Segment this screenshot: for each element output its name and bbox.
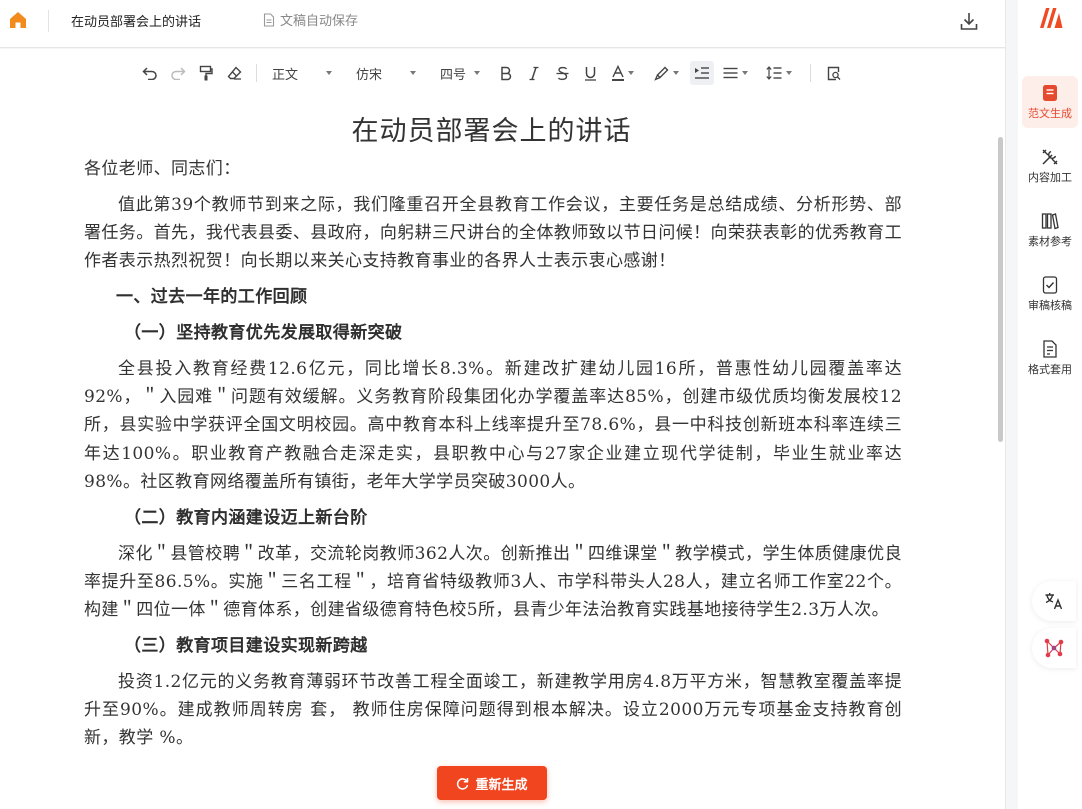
chevron-down-icon [410,71,417,75]
highlighter-icon [653,66,668,81]
italic-icon[interactable] [525,61,543,85]
toolbar-separator [256,64,257,82]
bold-icon[interactable] [497,61,515,85]
app-logo-icon [1040,8,1063,28]
first-line-indent-icon[interactable] [690,61,714,85]
chevron-down-icon [326,71,333,75]
underline-icon[interactable] [581,61,599,85]
body-paragraph[interactable]: 深化＂县管校聘＂改革，交流轮岗教师362人次。创新推出＂四维课堂＂教学模式，学生… [84,540,902,625]
regenerate-label: 重新生成 [475,777,528,793]
font-size-select[interactable]: 四号 [440,61,488,85]
top-bar: 在动员部署会上的讲话 文稿自动保存 [0,0,1005,48]
body-paragraph[interactable]: 全县投入教育经费12.6亿元，同比增长8.3%。新建改扩建幼儿园16所，普惠性幼… [84,355,902,496]
divider [48,10,49,32]
autosave-status: 文稿自动保存 [263,10,358,29]
check-doc-icon [1042,275,1058,294]
autosave-label: 文稿自动保存 [280,14,359,29]
assistant-button[interactable] [1032,628,1076,668]
home-icon[interactable] [8,10,28,30]
refresh-icon [457,777,469,790]
download-icon[interactable] [958,10,980,32]
subsection-heading[interactable]: （三）教育项目建设实现新跨越 [84,632,902,660]
preview-icon[interactable] [825,61,843,85]
document-body[interactable]: 各位老师、同志们： 值此第39个教师节到来之际，我们隆重召开全县教育工作会议，主… [84,155,902,760]
document-heading[interactable]: 在动员部署会上的讲话 [0,109,983,148]
align-button[interactable] [720,61,750,85]
font-family-select[interactable]: 仿宋 [356,61,426,85]
redo-icon[interactable] [169,61,187,85]
sidebar-item-material-reference[interactable]: 素材参考 [1022,204,1078,256]
file-icon [263,12,275,27]
sidebar-item-review[interactable]: 审稿核稿 [1022,268,1078,320]
translate-icon [1045,593,1063,610]
line-spacing-button[interactable] [764,61,794,85]
chevron-down-icon [786,71,792,75]
scrollbar-thumb[interactable] [998,137,1003,442]
sidebar-item-label: 范文生成 [1028,106,1072,120]
font-color-icon [611,65,624,81]
document-scrollbar[interactable] [997,97,1005,809]
sidebar-item-format-apply[interactable]: 格式套用 [1022,332,1078,384]
sidebar-item-label: 格式套用 [1028,362,1072,376]
font-color-button[interactable] [608,61,636,85]
intro-paragraph[interactable]: 值此第39个教师节到来之际，我们隆重召开全县教育工作会议，主要任务是总结成绩、分… [84,191,902,276]
chevron-down-icon [627,71,634,75]
strikethrough-icon[interactable] [553,61,571,85]
sidebar-item-content-processing[interactable]: 内容加工 [1022,140,1078,192]
undo-icon[interactable] [141,61,159,85]
sidebar-item-label: 素材参考 [1028,234,1072,248]
body-paragraph[interactable]: 投资1.2亿元的义务教育薄弱环节改善工程全面竣工，新建教学用房4.8万平方米，智… [84,668,902,753]
format-painter-icon[interactable] [197,61,215,85]
font-family-value: 仿宋 [356,67,383,83]
section-heading[interactable]: 一、过去一年的工作回顾 [84,283,902,311]
books-icon [1041,212,1059,229]
document-title[interactable]: 在动员部署会上的讲话 [71,11,201,30]
panel-divider [1005,0,1018,809]
sidebar-item-sample-generation[interactable]: 范文生成 [1022,76,1078,128]
subsection-heading[interactable]: （二）教育内涵建设迈上新台阶 [84,504,902,532]
chevron-down-icon [672,71,679,75]
document-editor[interactable]: 在动员部署会上的讲话 各位老师、同志们： 值此第39个教师节到来之际，我们隆重召… [0,97,997,809]
chevron-down-icon [741,71,748,75]
chevron-down-icon [474,71,481,75]
network-icon [1044,638,1064,658]
formatting-toolbar: 正文 仿宋 四号 [0,49,1005,97]
paragraph-style-select[interactable]: 正文 [272,61,342,85]
greeting-paragraph[interactable]: 各位老师、同志们： [84,155,902,183]
paragraph-style-value: 正文 [272,67,299,83]
format-icon [1043,339,1057,358]
sidebar-item-label: 审稿核稿 [1028,298,1072,312]
tools-icon [1042,149,1058,165]
line-spacing-icon [766,66,782,80]
regenerate-button[interactable]: 重新生成 [437,766,547,800]
sidebar-item-label: 内容加工 [1028,170,1072,184]
font-size-value: 四号 [440,67,467,83]
subsection-heading[interactable]: （一）坚持教育优先发展取得新突破 [84,319,902,347]
highlight-button[interactable] [651,61,681,85]
align-justify-icon [723,67,737,79]
toolbar-separator [810,64,811,82]
translate-button[interactable] [1032,581,1076,621]
right-sidebar: 范文生成 内容加工 素材参考 审稿核稿 格式套用 [1018,0,1082,809]
document-icon [1043,84,1057,101]
eraser-icon[interactable] [225,61,243,85]
